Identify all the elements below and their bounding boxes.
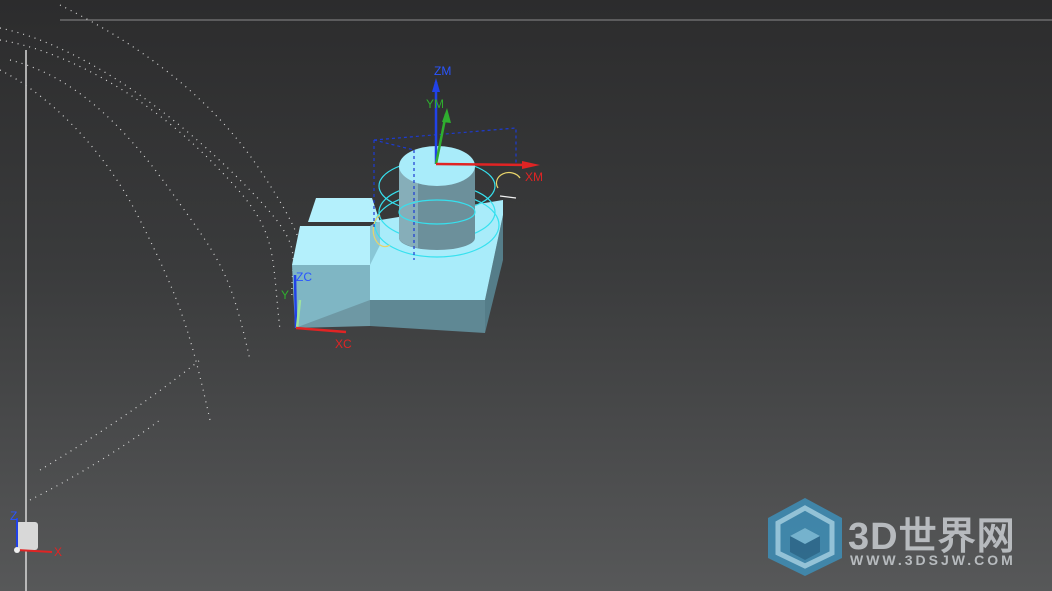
triad-z-label: Z <box>10 509 17 523</box>
ym-label: YM <box>426 97 444 111</box>
zc-label: ZC <box>296 270 312 284</box>
upper-block-top-face <box>308 198 380 222</box>
yc-label: Y <box>281 288 289 302</box>
triad-x-label: X <box>54 545 62 559</box>
construction-arc-right <box>495 171 521 189</box>
zm-label: ZM <box>434 64 451 78</box>
zm-arrow-icon <box>432 78 440 92</box>
watermark-url: WWW.3DSJW.COM <box>850 552 1016 568</box>
graphics-viewport[interactable]: ZM YM XM ZC Y XC Z X 3D世界网 WWW.3DSJW.COM <box>0 0 1052 591</box>
xm-axis <box>435 162 531 167</box>
scene-canvas[interactable]: ZM YM XM ZC Y XC Z X <box>0 0 1052 591</box>
step-top-face <box>292 226 370 265</box>
construction-tick <box>499 195 517 199</box>
base-front-face <box>370 300 485 333</box>
solid-model[interactable] <box>292 146 521 333</box>
xm-arrow-icon <box>522 161 540 169</box>
triad-x-axis <box>16 549 53 553</box>
xc-label: XC <box>335 337 352 351</box>
xc-axis <box>295 326 347 334</box>
dotted-construction-curves <box>0 4 304 501</box>
triad-origin-icon <box>14 547 20 553</box>
view-triad[interactable]: Z X <box>10 509 62 559</box>
triad-cube-icon <box>16 522 38 550</box>
xm-label: XM <box>525 170 543 184</box>
cube-logo-icon <box>768 498 842 576</box>
